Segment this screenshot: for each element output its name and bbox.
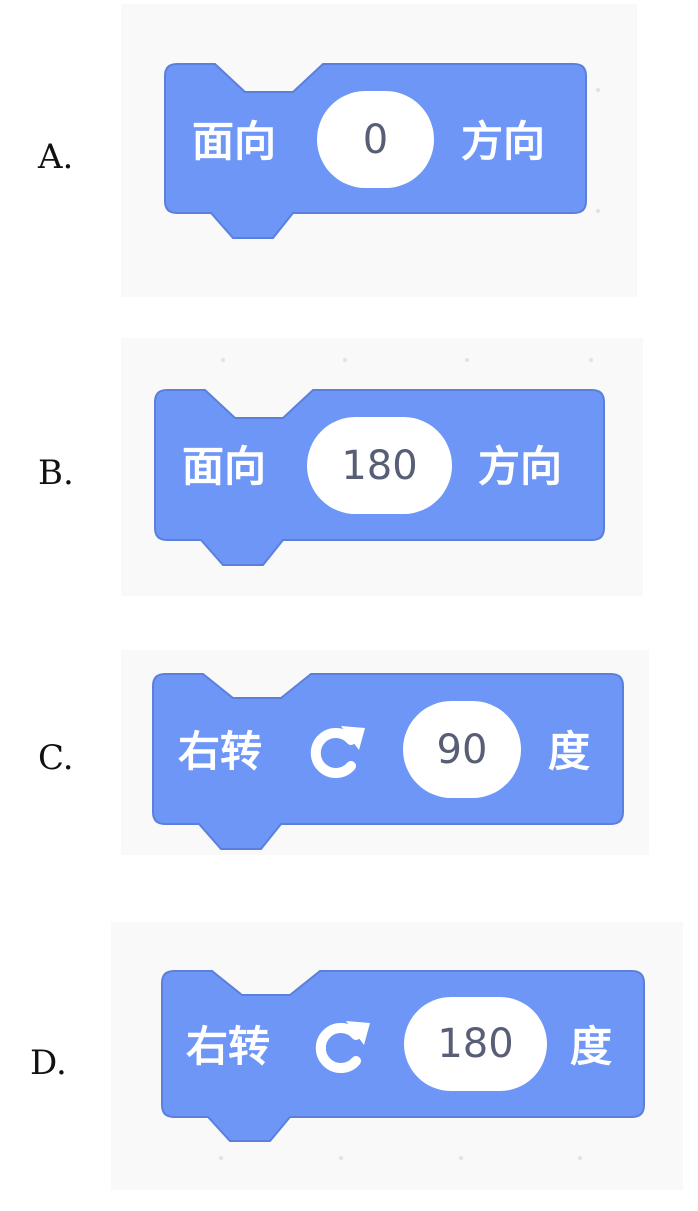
turn-right-icon	[315, 1021, 370, 1073]
option-b-motion-block[interactable]: 面向 180 方向	[154, 389, 605, 566]
option-b-letter: B.	[38, 453, 74, 493]
turn-right-icon	[310, 726, 365, 778]
block-label-left: 面向	[192, 117, 277, 166]
degrees-value: 180	[437, 1021, 514, 1067]
option-c-turn-block[interactable]: 右转 90 度	[152, 673, 624, 850]
block-label-left: 右转	[178, 727, 263, 776]
degrees-input[interactable]: 180	[404, 997, 547, 1091]
direction-value: 0	[362, 116, 389, 163]
direction-value: 180	[341, 442, 418, 489]
degrees-input[interactable]: 90	[403, 701, 521, 798]
block-label-right: 度	[570, 1022, 613, 1071]
direction-input[interactable]: 0	[317, 91, 434, 188]
option-c-letter: C.	[38, 738, 74, 778]
block-label-right: 方向	[478, 442, 563, 491]
option-d-turn-block[interactable]: 右转 180 度	[161, 970, 645, 1143]
block-label-left: 面向	[182, 442, 267, 491]
direction-input[interactable]: 180	[307, 417, 452, 514]
degrees-value: 90	[436, 726, 488, 773]
block-label-left: 右转	[186, 1022, 271, 1071]
option-a-letter: A.	[38, 137, 74, 177]
block-label-right: 度	[548, 727, 591, 776]
option-d-letter: D.	[30, 1043, 67, 1083]
block-label-right: 方向	[461, 117, 546, 166]
option-a-motion-block[interactable]: 面向 0 方向	[164, 63, 587, 240]
